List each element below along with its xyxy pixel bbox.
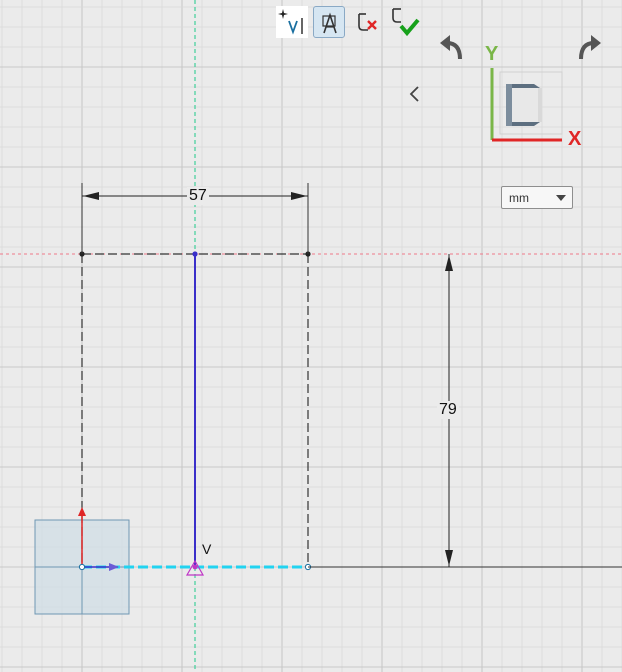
height-dimension-label[interactable]: 79: [437, 401, 459, 419]
vertex-top-mid[interactable]: [192, 251, 198, 257]
vertex-bottom-left[interactable]: [78, 563, 86, 571]
select-arrow-icon: [322, 12, 337, 34]
chevron-down-icon: [556, 195, 566, 201]
chevron-left-icon: [409, 86, 419, 102]
height-dim-arrow-top: [445, 255, 453, 271]
vertex-bottom-mid[interactable]: [192, 564, 198, 570]
origin-y-arrowhead: [78, 507, 86, 516]
height-dim-arrow-bottom: [445, 550, 453, 566]
width-dimension-label[interactable]: 57: [187, 187, 209, 205]
sketch-toolbar: [276, 6, 421, 39]
x-axis-label: X: [568, 128, 582, 150]
undo-icon: [440, 35, 462, 60]
units-selected-value: mm: [509, 191, 529, 205]
select-button[interactable]: [313, 6, 345, 38]
sparkle-v-cursor-icon: [278, 9, 303, 35]
finish-sketch-button[interactable]: [388, 6, 420, 38]
cancel-sketch-button[interactable]: [354, 6, 386, 38]
collapse-panel-button[interactable]: [404, 82, 424, 106]
width-dim-arrow-left: [83, 192, 99, 200]
y-axis-label: Y: [485, 43, 499, 65]
sketch-accept-icon: [392, 8, 420, 37]
insert-vertex-button[interactable]: [276, 6, 308, 38]
sketch-cancel-icon: [358, 13, 377, 31]
sketch-canvas[interactable]: 57 79 V Y X mm: [0, 0, 622, 672]
width-dim-arrow-right: [291, 192, 307, 200]
undo-button[interactable]: [436, 33, 466, 63]
units-dropdown[interactable]: mm: [501, 186, 573, 209]
vertex-label: V: [202, 541, 212, 557]
